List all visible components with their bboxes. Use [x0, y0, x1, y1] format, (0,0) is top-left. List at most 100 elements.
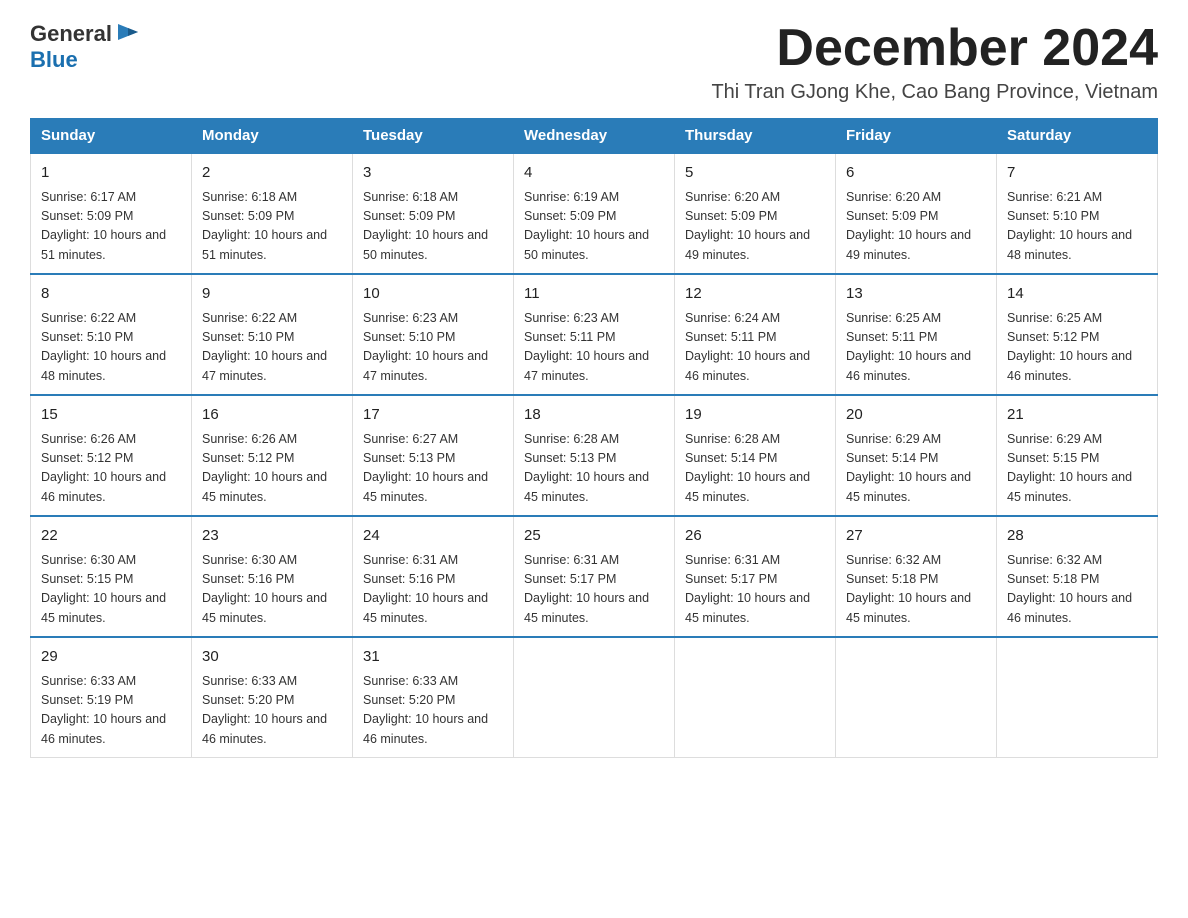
- calendar-table: Sunday Monday Tuesday Wednesday Thursday…: [30, 118, 1158, 758]
- day-number: 27: [846, 525, 986, 548]
- day-info: Sunrise: 6:32 AMSunset: 5:18 PMDaylight:…: [1007, 551, 1147, 629]
- table-row: 25 Sunrise: 6:31 AMSunset: 5:17 PMDaylig…: [514, 516, 675, 637]
- day-number: 14: [1007, 283, 1147, 306]
- day-info: Sunrise: 6:31 AMSunset: 5:17 PMDaylight:…: [685, 551, 825, 629]
- table-row: 14 Sunrise: 6:25 AMSunset: 5:12 PMDaylig…: [997, 274, 1158, 395]
- day-number: 7: [1007, 162, 1147, 185]
- table-row: 27 Sunrise: 6:32 AMSunset: 5:18 PMDaylig…: [836, 516, 997, 637]
- table-row: 7 Sunrise: 6:21 AMSunset: 5:10 PMDayligh…: [997, 153, 1158, 274]
- table-row: [675, 637, 836, 758]
- day-info: Sunrise: 6:26 AMSunset: 5:12 PMDaylight:…: [202, 430, 342, 508]
- table-row: 23 Sunrise: 6:30 AMSunset: 5:16 PMDaylig…: [192, 516, 353, 637]
- col-wednesday: Wednesday: [514, 119, 675, 154]
- day-info: Sunrise: 6:25 AMSunset: 5:12 PMDaylight:…: [1007, 309, 1147, 387]
- day-info: Sunrise: 6:26 AMSunset: 5:12 PMDaylight:…: [41, 430, 181, 508]
- table-row: 31 Sunrise: 6:33 AMSunset: 5:20 PMDaylig…: [353, 637, 514, 758]
- table-row: 16 Sunrise: 6:26 AMSunset: 5:12 PMDaylig…: [192, 395, 353, 516]
- table-row: 17 Sunrise: 6:27 AMSunset: 5:13 PMDaylig…: [353, 395, 514, 516]
- table-row: 9 Sunrise: 6:22 AMSunset: 5:10 PMDayligh…: [192, 274, 353, 395]
- day-number: 19: [685, 404, 825, 427]
- table-row: [836, 637, 997, 758]
- calendar-week-row: 15 Sunrise: 6:26 AMSunset: 5:12 PMDaylig…: [31, 395, 1158, 516]
- day-number: 23: [202, 525, 342, 548]
- col-friday: Friday: [836, 119, 997, 154]
- day-info: Sunrise: 6:30 AMSunset: 5:16 PMDaylight:…: [202, 551, 342, 629]
- calendar-week-row: 29 Sunrise: 6:33 AMSunset: 5:19 PMDaylig…: [31, 637, 1158, 758]
- day-number: 22: [41, 525, 181, 548]
- table-row: 10 Sunrise: 6:23 AMSunset: 5:10 PMDaylig…: [353, 274, 514, 395]
- day-number: 6: [846, 162, 986, 185]
- day-number: 31: [363, 646, 503, 669]
- page-header: General Blue December 2024 Thi Tran GJon…: [30, 20, 1158, 104]
- table-row: 11 Sunrise: 6:23 AMSunset: 5:11 PMDaylig…: [514, 274, 675, 395]
- day-info: Sunrise: 6:25 AMSunset: 5:11 PMDaylight:…: [846, 309, 986, 387]
- day-number: 18: [524, 404, 664, 427]
- day-info: Sunrise: 6:28 AMSunset: 5:13 PMDaylight:…: [524, 430, 664, 508]
- calendar-header-row: Sunday Monday Tuesday Wednesday Thursday…: [31, 119, 1158, 154]
- day-number: 3: [363, 162, 503, 185]
- day-number: 16: [202, 404, 342, 427]
- day-number: 13: [846, 283, 986, 306]
- day-info: Sunrise: 6:27 AMSunset: 5:13 PMDaylight:…: [363, 430, 503, 508]
- day-info: Sunrise: 6:33 AMSunset: 5:19 PMDaylight:…: [41, 672, 181, 750]
- day-info: Sunrise: 6:24 AMSunset: 5:11 PMDaylight:…: [685, 309, 825, 387]
- table-row: 1 Sunrise: 6:17 AMSunset: 5:09 PMDayligh…: [31, 153, 192, 274]
- location-subtitle: Thi Tran GJong Khe, Cao Bang Province, V…: [711, 81, 1158, 104]
- table-row: 20 Sunrise: 6:29 AMSunset: 5:14 PMDaylig…: [836, 395, 997, 516]
- day-info: Sunrise: 6:33 AMSunset: 5:20 PMDaylight:…: [363, 672, 503, 750]
- day-info: Sunrise: 6:18 AMSunset: 5:09 PMDaylight:…: [363, 188, 503, 266]
- day-info: Sunrise: 6:21 AMSunset: 5:10 PMDaylight:…: [1007, 188, 1147, 266]
- day-number: 10: [363, 283, 503, 306]
- day-info: Sunrise: 6:29 AMSunset: 5:15 PMDaylight:…: [1007, 430, 1147, 508]
- table-row: 30 Sunrise: 6:33 AMSunset: 5:20 PMDaylig…: [192, 637, 353, 758]
- day-number: 28: [1007, 525, 1147, 548]
- day-info: Sunrise: 6:18 AMSunset: 5:09 PMDaylight:…: [202, 188, 342, 266]
- day-info: Sunrise: 6:20 AMSunset: 5:09 PMDaylight:…: [846, 188, 986, 266]
- table-row: 8 Sunrise: 6:22 AMSunset: 5:10 PMDayligh…: [31, 274, 192, 395]
- table-row: 3 Sunrise: 6:18 AMSunset: 5:09 PMDayligh…: [353, 153, 514, 274]
- day-number: 30: [202, 646, 342, 669]
- table-row: [997, 637, 1158, 758]
- day-info: Sunrise: 6:28 AMSunset: 5:14 PMDaylight:…: [685, 430, 825, 508]
- col-monday: Monday: [192, 119, 353, 154]
- day-info: Sunrise: 6:30 AMSunset: 5:15 PMDaylight:…: [41, 551, 181, 629]
- day-number: 26: [685, 525, 825, 548]
- day-number: 12: [685, 283, 825, 306]
- day-info: Sunrise: 6:32 AMSunset: 5:18 PMDaylight:…: [846, 551, 986, 629]
- table-row: 4 Sunrise: 6:19 AMSunset: 5:09 PMDayligh…: [514, 153, 675, 274]
- logo-general-text: General: [30, 22, 112, 46]
- day-number: 1: [41, 162, 181, 185]
- day-number: 2: [202, 162, 342, 185]
- logo-flag-icon: [114, 20, 142, 48]
- title-block: December 2024 Thi Tran GJong Khe, Cao Ba…: [711, 20, 1158, 104]
- table-row: 18 Sunrise: 6:28 AMSunset: 5:13 PMDaylig…: [514, 395, 675, 516]
- table-row: [514, 637, 675, 758]
- day-info: Sunrise: 6:22 AMSunset: 5:10 PMDaylight:…: [41, 309, 181, 387]
- day-number: 24: [363, 525, 503, 548]
- day-info: Sunrise: 6:23 AMSunset: 5:10 PMDaylight:…: [363, 309, 503, 387]
- calendar-week-row: 1 Sunrise: 6:17 AMSunset: 5:09 PMDayligh…: [31, 153, 1158, 274]
- table-row: 6 Sunrise: 6:20 AMSunset: 5:09 PMDayligh…: [836, 153, 997, 274]
- table-row: 12 Sunrise: 6:24 AMSunset: 5:11 PMDaylig…: [675, 274, 836, 395]
- day-number: 5: [685, 162, 825, 185]
- table-row: 28 Sunrise: 6:32 AMSunset: 5:18 PMDaylig…: [997, 516, 1158, 637]
- month-title: December 2024: [711, 20, 1158, 77]
- table-row: 15 Sunrise: 6:26 AMSunset: 5:12 PMDaylig…: [31, 395, 192, 516]
- day-number: 21: [1007, 404, 1147, 427]
- table-row: 26 Sunrise: 6:31 AMSunset: 5:17 PMDaylig…: [675, 516, 836, 637]
- day-number: 11: [524, 283, 664, 306]
- table-row: 24 Sunrise: 6:31 AMSunset: 5:16 PMDaylig…: [353, 516, 514, 637]
- day-info: Sunrise: 6:20 AMSunset: 5:09 PMDaylight:…: [685, 188, 825, 266]
- day-info: Sunrise: 6:31 AMSunset: 5:17 PMDaylight:…: [524, 551, 664, 629]
- day-info: Sunrise: 6:23 AMSunset: 5:11 PMDaylight:…: [524, 309, 664, 387]
- day-number: 20: [846, 404, 986, 427]
- day-info: Sunrise: 6:31 AMSunset: 5:16 PMDaylight:…: [363, 551, 503, 629]
- day-number: 9: [202, 283, 342, 306]
- table-row: 5 Sunrise: 6:20 AMSunset: 5:09 PMDayligh…: [675, 153, 836, 274]
- day-info: Sunrise: 6:33 AMSunset: 5:20 PMDaylight:…: [202, 672, 342, 750]
- table-row: 13 Sunrise: 6:25 AMSunset: 5:11 PMDaylig…: [836, 274, 997, 395]
- day-number: 25: [524, 525, 664, 548]
- col-saturday: Saturday: [997, 119, 1158, 154]
- logo-blue-text: Blue: [30, 48, 78, 72]
- table-row: 21 Sunrise: 6:29 AMSunset: 5:15 PMDaylig…: [997, 395, 1158, 516]
